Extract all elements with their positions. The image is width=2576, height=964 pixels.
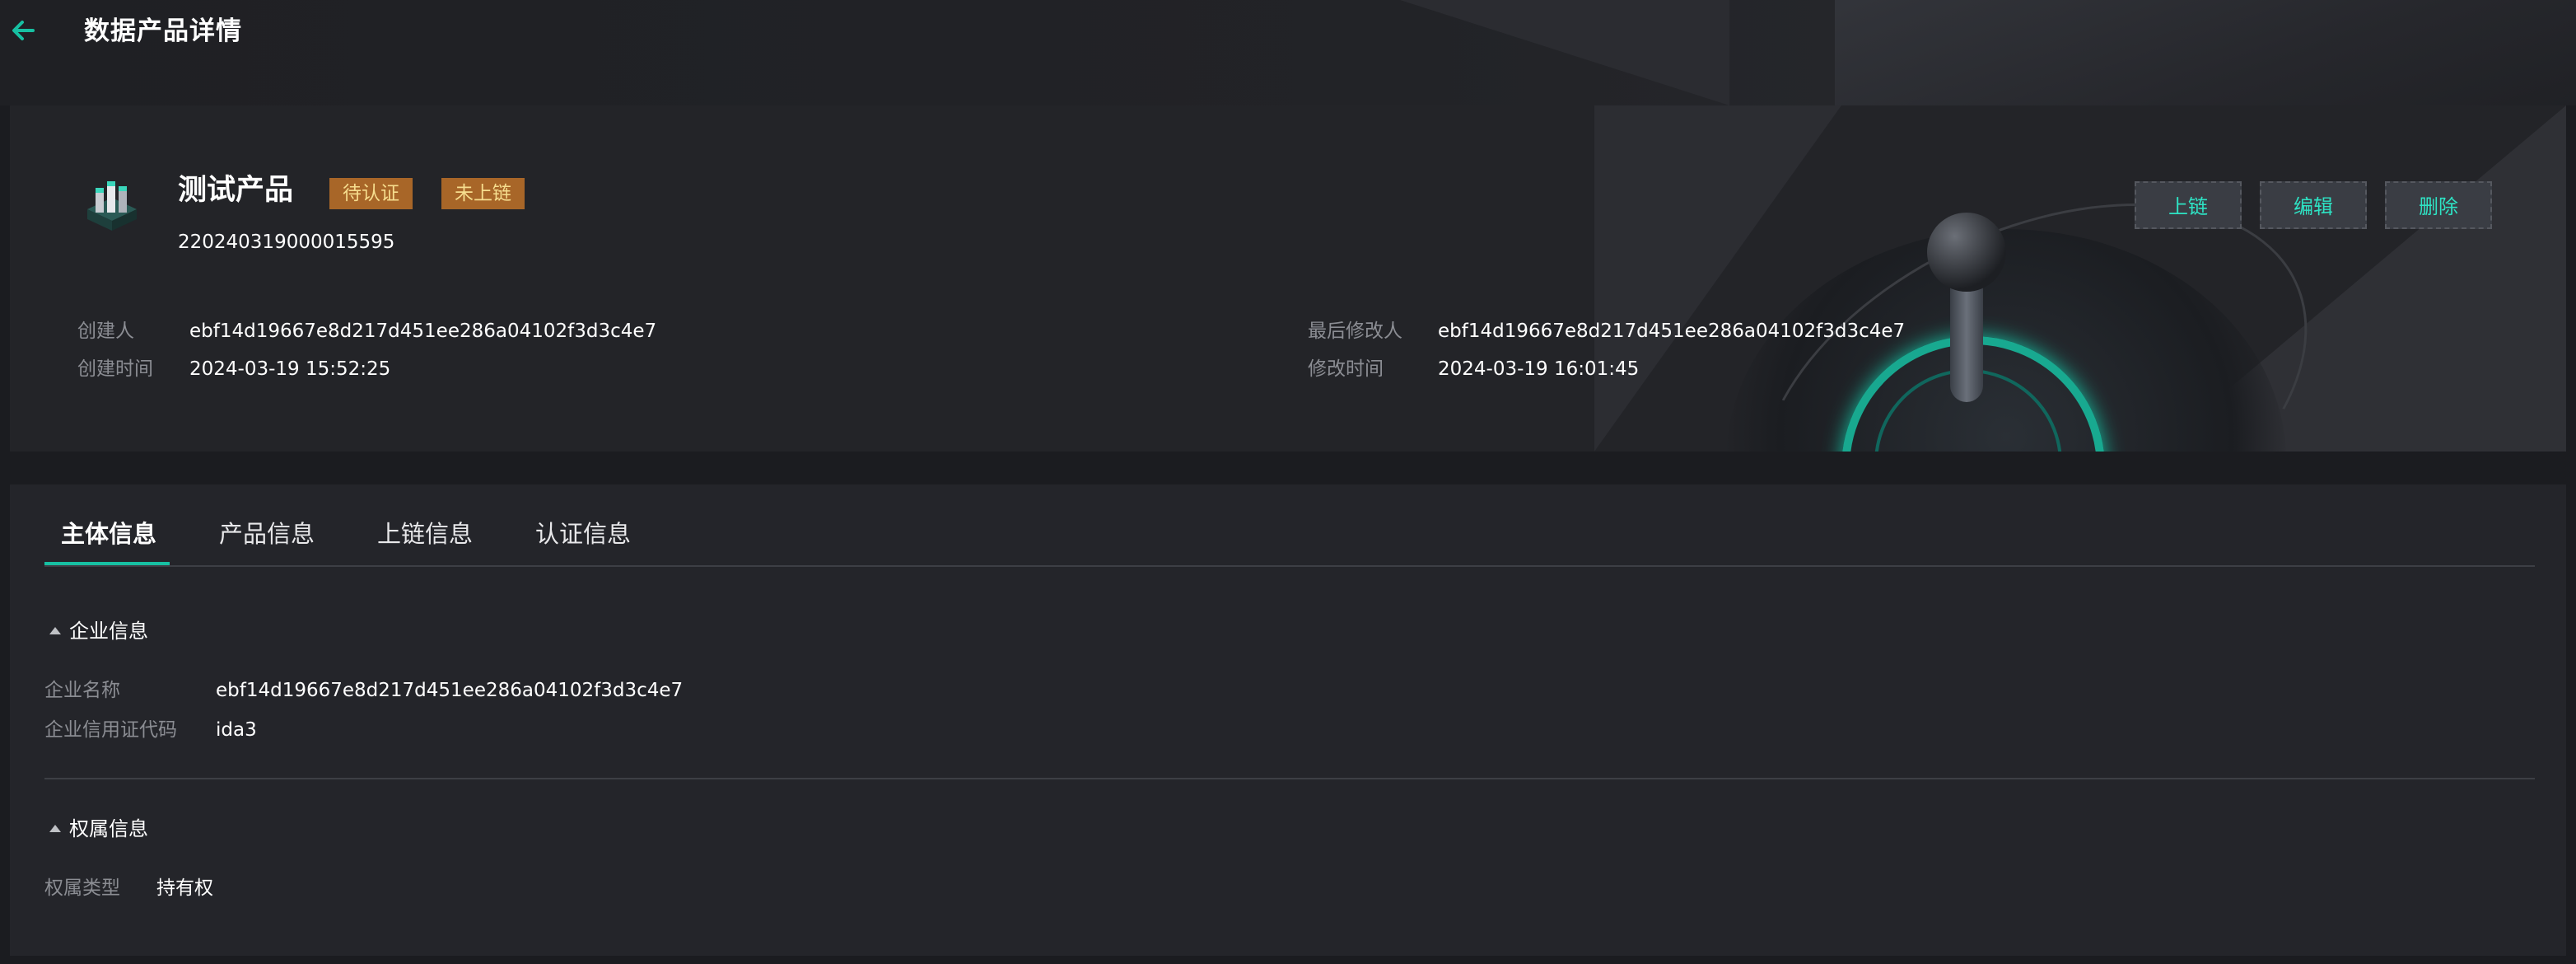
status-badge-pending: 待认证 [329, 178, 413, 209]
modified-time-label: 修改时间 [1308, 358, 1384, 380]
product-id: 220240319000015595 [178, 232, 395, 253]
enterprise-section-toggle[interactable]: 企业信息 [49, 616, 148, 646]
background-facet [1400, 0, 1729, 105]
chain-button[interactable]: 上链 [2135, 181, 2242, 229]
data-product-icon [79, 173, 145, 239]
tab-subject-info[interactable]: 主体信息 [61, 511, 156, 557]
modifier-value: ebf14d19667e8d217d451ee286a04102f3d3c4e7 [1438, 321, 1906, 342]
top-bar [0, 0, 2576, 105]
page-title: 数据产品详情 [84, 16, 242, 46]
caret-up-icon [49, 627, 61, 634]
modified-time-value: 2024-03-19 16:01:45 [1438, 358, 1640, 380]
caret-up-icon [49, 825, 61, 832]
status-badge-offchain: 未上链 [441, 178, 525, 209]
enterprise-name-value: ebf14d19667e8d217d451ee286a04102f3d3c4e7 [216, 680, 684, 701]
delete-button[interactable]: 删除 [2385, 181, 2492, 229]
enterprise-section-title: 企业信息 [69, 620, 148, 643]
hero-illustration [1594, 105, 2566, 452]
back-button[interactable] [8, 15, 40, 46]
created-time-label: 创建时间 [77, 358, 153, 380]
credit-code-label: 企业信用证代码 [44, 719, 177, 741]
product-name: 测试产品 [178, 174, 294, 207]
arrow-left-icon [12, 21, 35, 40]
creator-label: 创建人 [77, 321, 134, 342]
divider [44, 778, 2535, 779]
credit-code-value: ida3 [216, 719, 257, 741]
enterprise-name-label: 企业名称 [44, 680, 120, 701]
product-header-card: 测试产品 待认证 未上链 220240319000015595 上链 编辑 删除… [10, 105, 2566, 452]
created-time-value: 2024-03-19 15:52:25 [189, 358, 391, 380]
ownership-type-value: 持有权 [156, 877, 213, 899]
creator-value: ebf14d19667e8d217d451ee286a04102f3d3c4e7 [189, 321, 657, 342]
ownership-section-title: 权属信息 [69, 817, 148, 840]
background-facet [1835, 0, 2576, 105]
ownership-type-label: 权属类型 [44, 877, 120, 899]
divider [44, 565, 2535, 567]
ownership-section-toggle[interactable]: 权属信息 [49, 814, 148, 844]
edit-button[interactable]: 编辑 [2260, 181, 2367, 229]
tab-chain-info[interactable]: 上链信息 [377, 511, 473, 557]
tab-product-info[interactable]: 产品信息 [219, 511, 315, 557]
modifier-label: 最后修改人 [1308, 321, 1402, 342]
tab-certification-info[interactable]: 认证信息 [535, 511, 631, 557]
